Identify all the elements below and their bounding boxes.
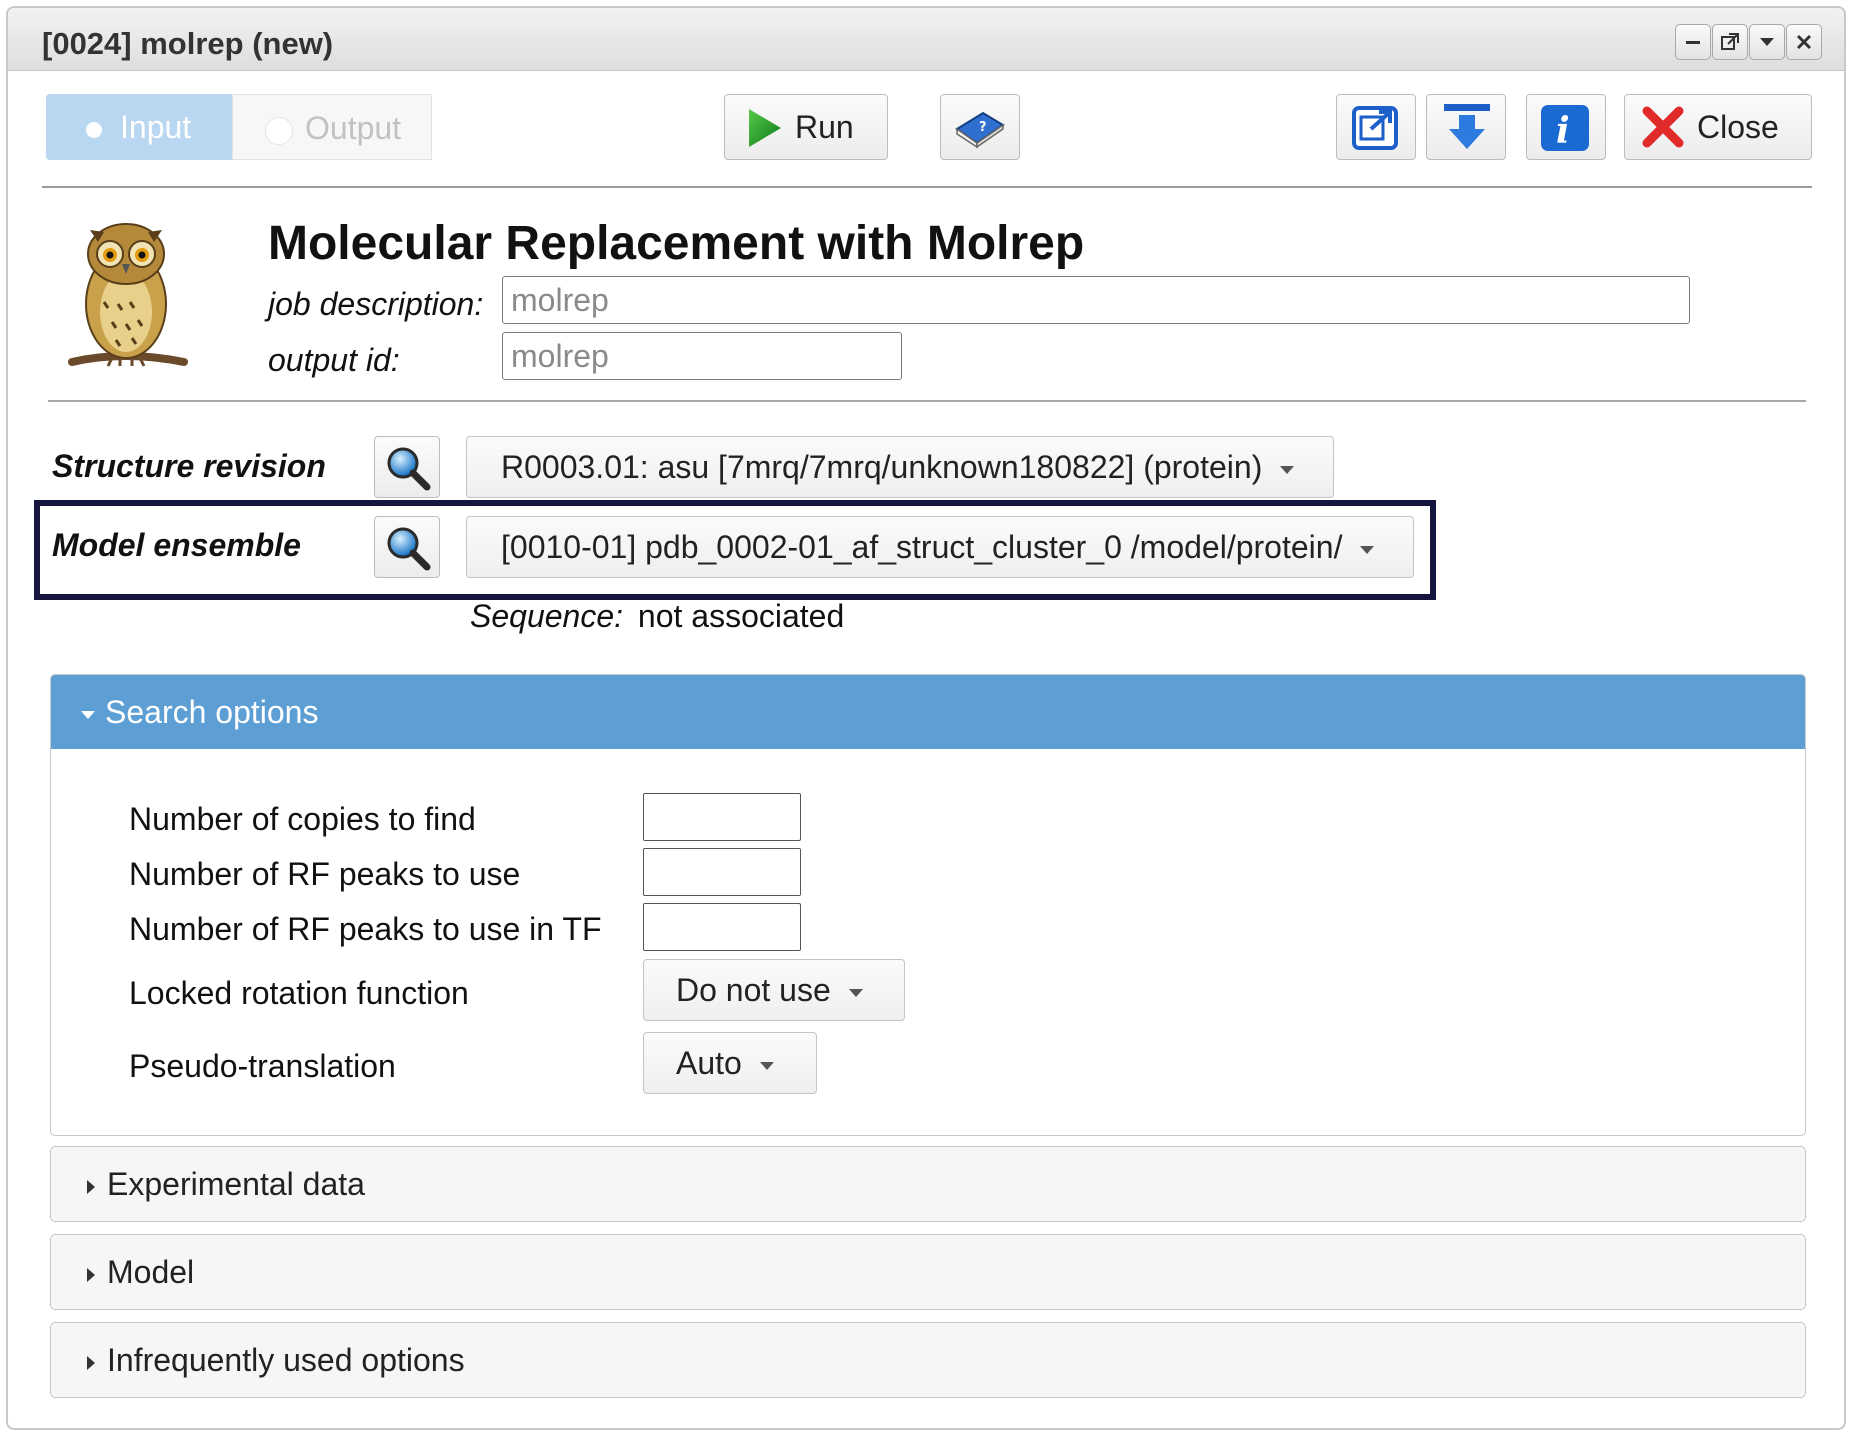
model-header[interactable]: Model xyxy=(51,1235,1805,1309)
run-triangle-icon xyxy=(749,109,781,147)
chevron-down-icon xyxy=(759,1061,774,1070)
triangle-right-icon xyxy=(87,1355,95,1370)
model-ensemble-label: Model ensemble xyxy=(52,527,301,563)
header-divider xyxy=(48,400,1806,402)
infrequent-options-header[interactable]: Infrequently used options xyxy=(51,1323,1805,1397)
title-bar[interactable]: [0024] molrep (new) xyxy=(8,8,1844,71)
download-icon xyxy=(1444,104,1490,149)
tab-input-label: Input xyxy=(120,109,192,145)
help-button[interactable]: ? xyxy=(940,94,1020,160)
model-ensemble-select[interactable]: [0010-01] pdb_0002-01_af_struct_cluster_… xyxy=(466,516,1414,578)
collapse-button[interactable] xyxy=(1749,24,1785,60)
model-ensemble-search-button[interactable] xyxy=(374,516,440,578)
search-options-title: Search options xyxy=(105,694,319,730)
minimize-button[interactable] xyxy=(1675,24,1711,60)
window-title: [0024] molrep (new) xyxy=(42,26,334,61)
triangle-down-icon xyxy=(81,710,95,719)
infrequent-options-panel[interactable]: Infrequently used options xyxy=(50,1322,1806,1398)
copies-label: Number of copies to find xyxy=(129,801,476,837)
output-id-input[interactable] xyxy=(502,332,902,380)
copies-input[interactable] xyxy=(643,793,801,841)
chevron-down-icon xyxy=(1360,545,1375,554)
chevron-down-icon xyxy=(1280,465,1295,474)
page-title: Molecular Replacement with Molrep xyxy=(268,217,1085,270)
run-label: Run xyxy=(795,109,854,145)
experimental-data-title: Experimental data xyxy=(107,1166,365,1202)
info-button[interactable]: i xyxy=(1526,94,1606,160)
sequence-row: Sequence: not associated xyxy=(470,598,844,635)
output-id-label: output id: xyxy=(268,342,400,378)
triangle-right-icon xyxy=(87,1179,95,1194)
structure-revision-value: R0003.01: asu [7mrq/7mrq/unknown180822] … xyxy=(501,449,1263,485)
molrep-dialog: [0024] molrep (new) Input Output Run ? i… xyxy=(6,6,1846,1430)
pseudo-translation-label: Pseudo-translation xyxy=(129,1048,396,1084)
sequence-value: not associated xyxy=(637,598,845,634)
search-icon xyxy=(387,447,431,491)
tab-output-label: Output xyxy=(305,110,402,146)
structure-revision-select[interactable]: R0003.01: asu [7mrq/7mrq/unknown180822] … xyxy=(466,436,1334,498)
window-close-button[interactable] xyxy=(1786,24,1822,60)
run-button[interactable]: Run xyxy=(724,94,888,160)
info-icon: i xyxy=(1541,105,1589,152)
search-icon xyxy=(387,527,431,571)
chevron-down-icon xyxy=(1760,38,1774,46)
export-button[interactable] xyxy=(1336,94,1416,160)
infrequent-options-title: Infrequently used options xyxy=(107,1342,465,1378)
svg-text:?: ? xyxy=(979,120,987,135)
radio-selected-icon xyxy=(86,121,102,138)
locked-rotation-label: Locked rotation function xyxy=(129,975,469,1011)
toolbar-divider xyxy=(42,186,1812,188)
rf-peaks-tf-label: Number of RF peaks to use in TF xyxy=(129,911,602,947)
close-icon xyxy=(1796,34,1812,50)
popout-button[interactable] xyxy=(1712,24,1748,60)
rf-peaks-tf-input[interactable] xyxy=(643,903,801,951)
search-options-panel: Search options Number of copies to find … xyxy=(50,674,1806,1136)
triangle-right-icon xyxy=(87,1267,95,1282)
download-button[interactable] xyxy=(1426,94,1506,160)
sequence-label: Sequence: xyxy=(470,598,624,634)
experimental-data-panel[interactable]: Experimental data xyxy=(50,1146,1806,1222)
radio-unselected-icon xyxy=(265,116,293,145)
locked-rotation-select[interactable]: Do not use xyxy=(643,959,905,1021)
popout-icon xyxy=(1721,33,1739,50)
job-description-input[interactable] xyxy=(502,276,1690,324)
rf-peaks-label: Number of RF peaks to use xyxy=(129,856,521,892)
experimental-data-header[interactable]: Experimental data xyxy=(51,1147,1805,1221)
pseudo-translation-value: Auto xyxy=(676,1045,742,1081)
model-panel[interactable]: Model xyxy=(50,1234,1806,1310)
locked-rotation-value: Do not use xyxy=(676,972,831,1008)
tab-output[interactable]: Output xyxy=(232,94,432,160)
minimize-icon xyxy=(1686,41,1700,44)
job-description-label: job description: xyxy=(268,286,484,322)
svg-text:i: i xyxy=(1556,110,1570,152)
structure-revision-label: Structure revision xyxy=(52,448,326,484)
pseudo-translation-select[interactable]: Auto xyxy=(643,1032,817,1094)
structure-revision-search-button[interactable] xyxy=(374,436,440,498)
rf-peaks-input[interactable] xyxy=(643,848,801,896)
model-ensemble-value: [0010-01] pdb_0002-01_af_struct_cluster_… xyxy=(501,529,1343,565)
owl-icon xyxy=(68,223,188,367)
close-button[interactable]: Close xyxy=(1624,94,1812,160)
close-label: Close xyxy=(1697,109,1779,145)
export-icon xyxy=(1352,106,1398,150)
tab-input[interactable]: Input xyxy=(46,94,232,160)
close-x-icon xyxy=(1642,106,1684,148)
chevron-down-icon xyxy=(848,988,863,997)
model-title: Model xyxy=(107,1254,195,1290)
search-options-header[interactable]: Search options xyxy=(51,675,1805,749)
help-book-icon: ? xyxy=(955,111,1005,149)
